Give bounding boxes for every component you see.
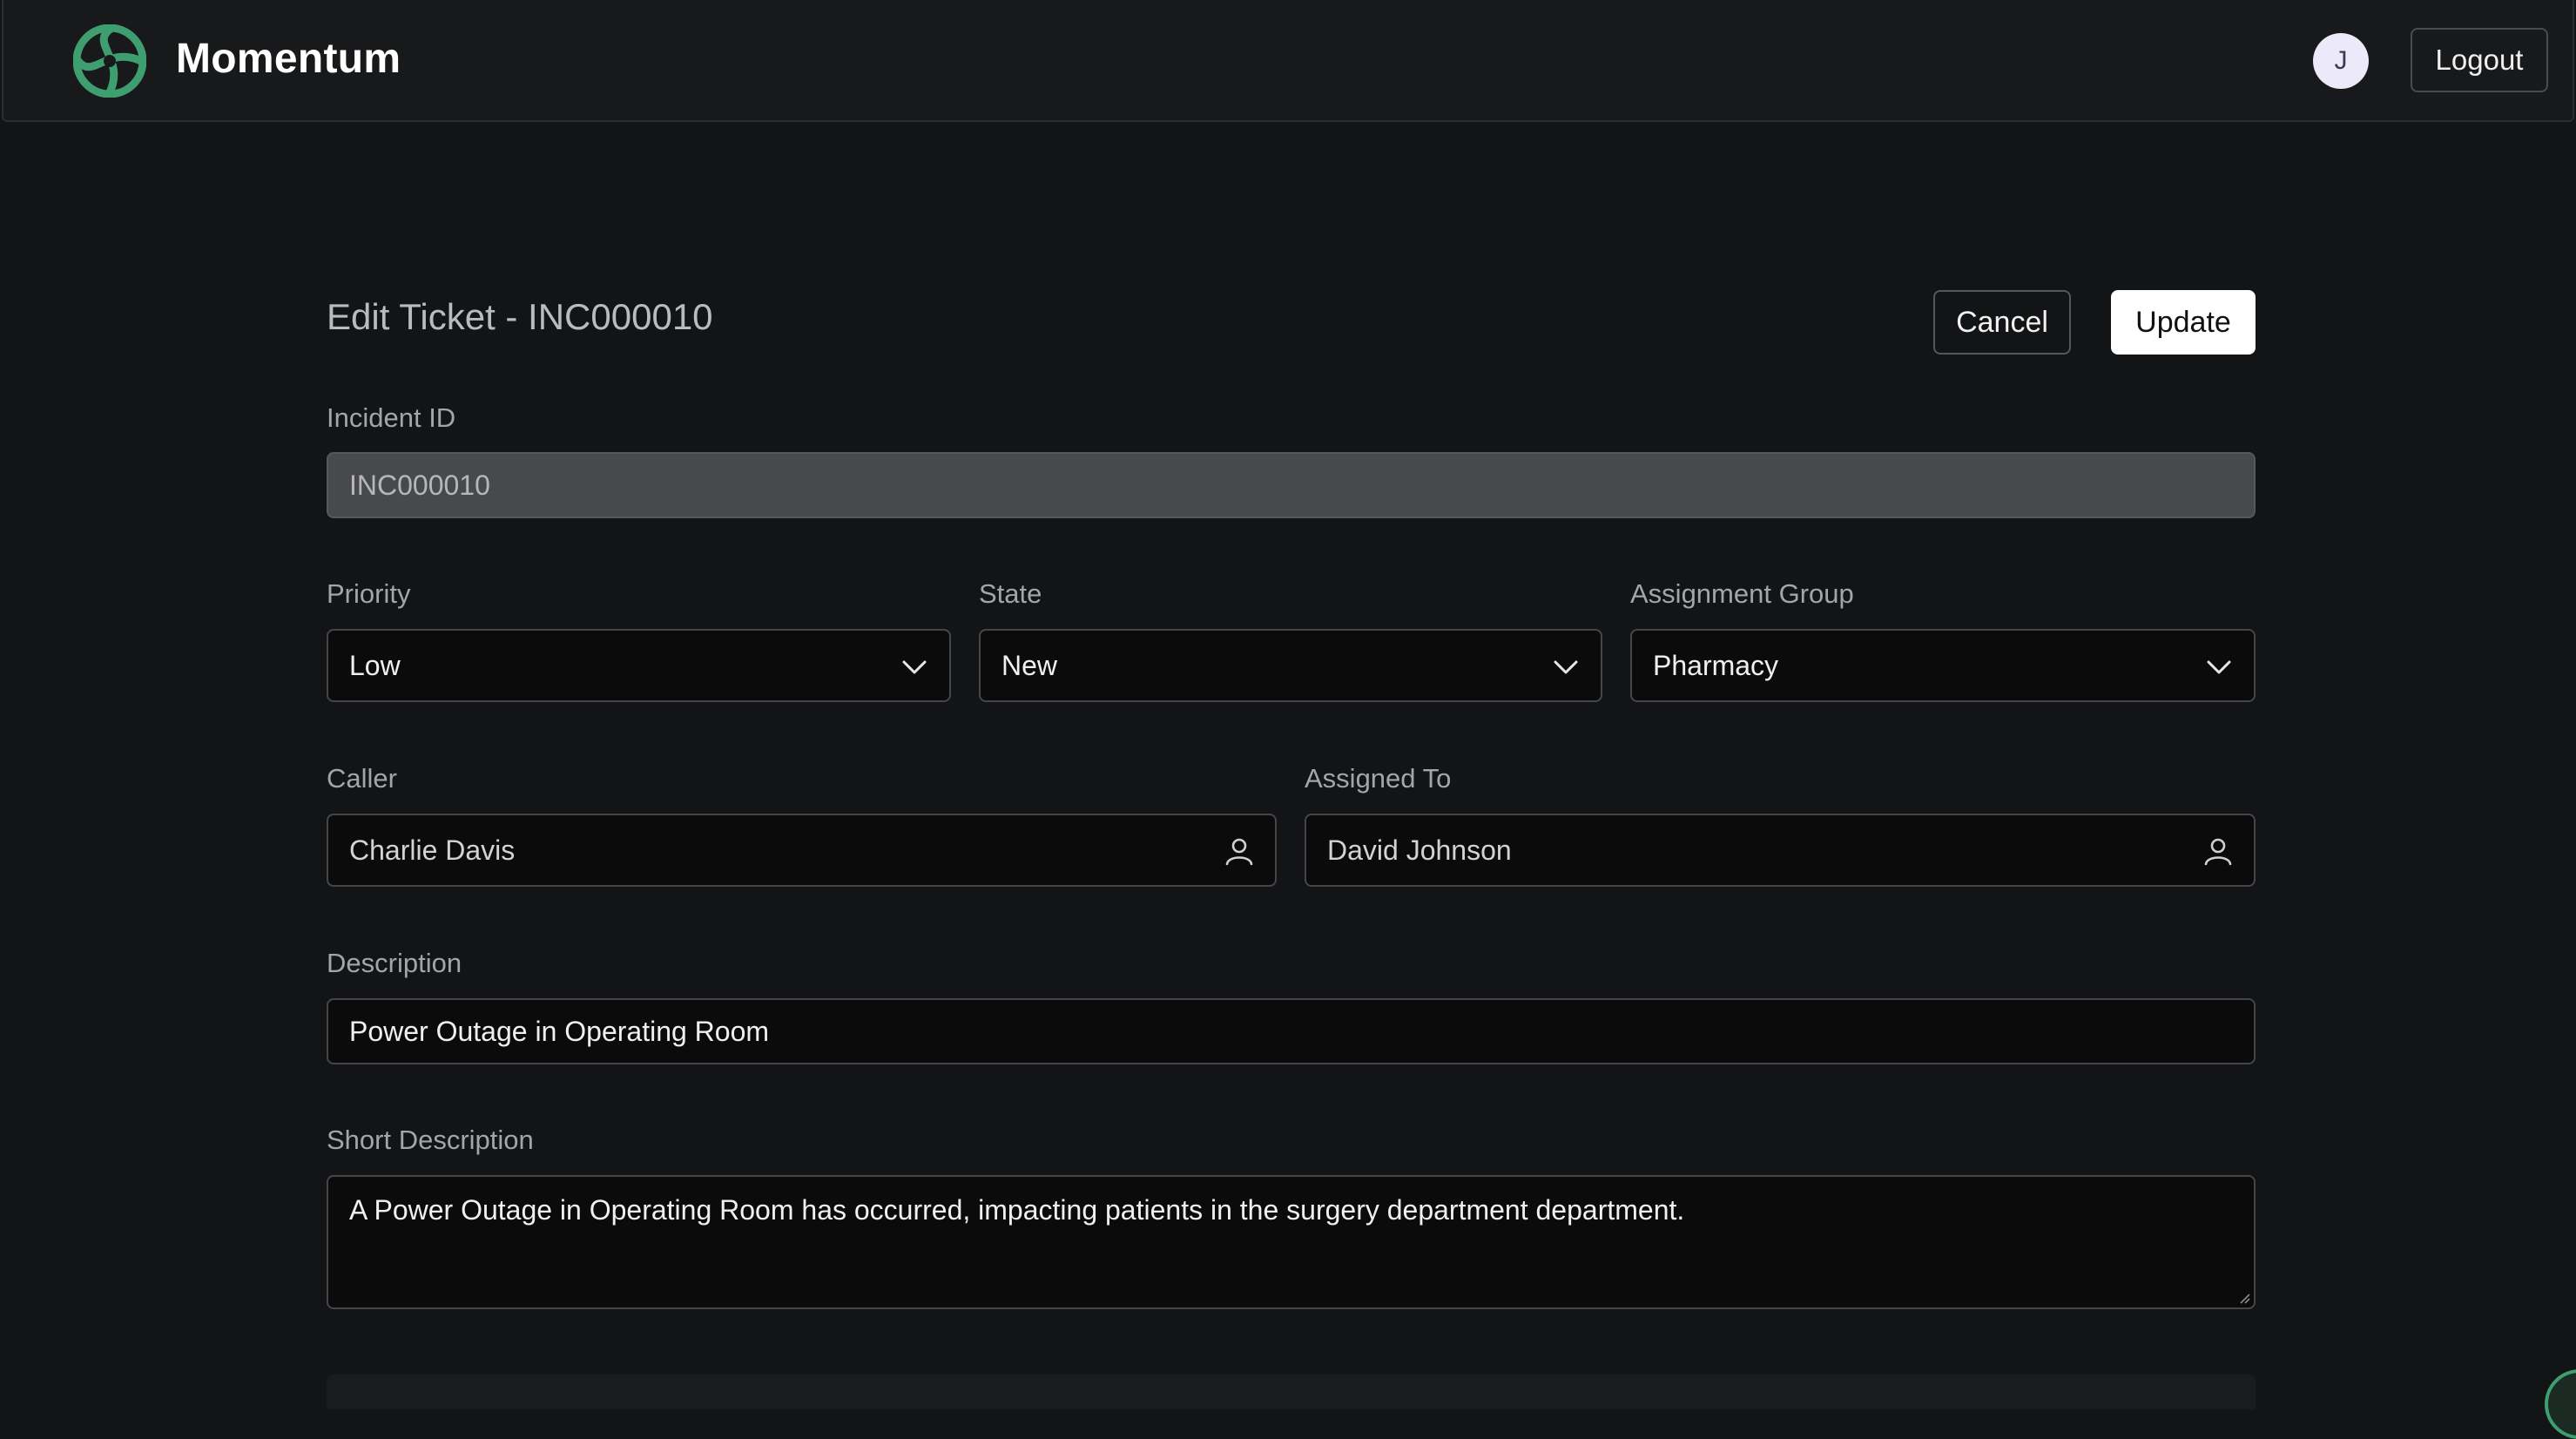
- chevron-down-icon: [2207, 660, 2231, 674]
- caller-label: Caller: [327, 763, 397, 794]
- description-input[interactable]: Power Outage in Operating Room: [327, 998, 2256, 1064]
- assigned-to-value: David Johnson: [1327, 834, 1512, 866]
- priority-select[interactable]: Low: [327, 629, 951, 702]
- person-icon[interactable]: [2202, 834, 2235, 868]
- incident-id-label: Incident ID: [327, 402, 456, 433]
- incident-id-field: INC000010: [327, 452, 2256, 518]
- cancel-button[interactable]: Cancel: [1933, 290, 2071, 355]
- short-description-textarea[interactable]: A Power Outage in Operating Room has occ…: [327, 1175, 2256, 1309]
- top-navigation-bar: Momentum J Logout: [2, 0, 2574, 122]
- floating-assistant-icon[interactable]: [2545, 1369, 2576, 1439]
- short-description-label: Short Description: [327, 1125, 534, 1155]
- next-section-panel: [327, 1375, 2256, 1409]
- person-icon[interactable]: [1223, 834, 1256, 868]
- state-label: State: [979, 578, 1042, 609]
- momentum-logo-icon[interactable]: [73, 24, 146, 98]
- description-label: Description: [327, 948, 462, 978]
- resize-grip-icon[interactable]: [2236, 1290, 2250, 1304]
- assigned-to-label: Assigned To: [1305, 763, 1452, 794]
- caller-field[interactable]: Charlie Davis: [327, 814, 1277, 887]
- logout-button[interactable]: Logout: [2411, 28, 2548, 92]
- update-button[interactable]: Update: [2111, 290, 2256, 355]
- page-title: Edit Ticket - INC000010: [327, 296, 713, 337]
- assignment-group-select[interactable]: Pharmacy: [1630, 629, 2256, 702]
- assignment-group-label: Assignment Group: [1630, 578, 1854, 609]
- chevron-down-icon: [1554, 660, 1578, 674]
- assignment-group-value: Pharmacy: [1653, 650, 1779, 681]
- caller-value: Charlie Davis: [349, 834, 516, 866]
- priority-value: Low: [349, 650, 401, 681]
- state-value: New: [1001, 650, 1058, 681]
- short-description-value: A Power Outage in Operating Room has occ…: [349, 1194, 1685, 1226]
- priority-label: Priority: [327, 578, 411, 609]
- app-title: Momentum: [176, 36, 401, 82]
- state-select[interactable]: New: [979, 629, 1602, 702]
- chevron-down-icon: [902, 660, 927, 674]
- assigned-to-field[interactable]: David Johnson: [1305, 814, 2256, 887]
- user-avatar[interactable]: J: [2313, 33, 2369, 89]
